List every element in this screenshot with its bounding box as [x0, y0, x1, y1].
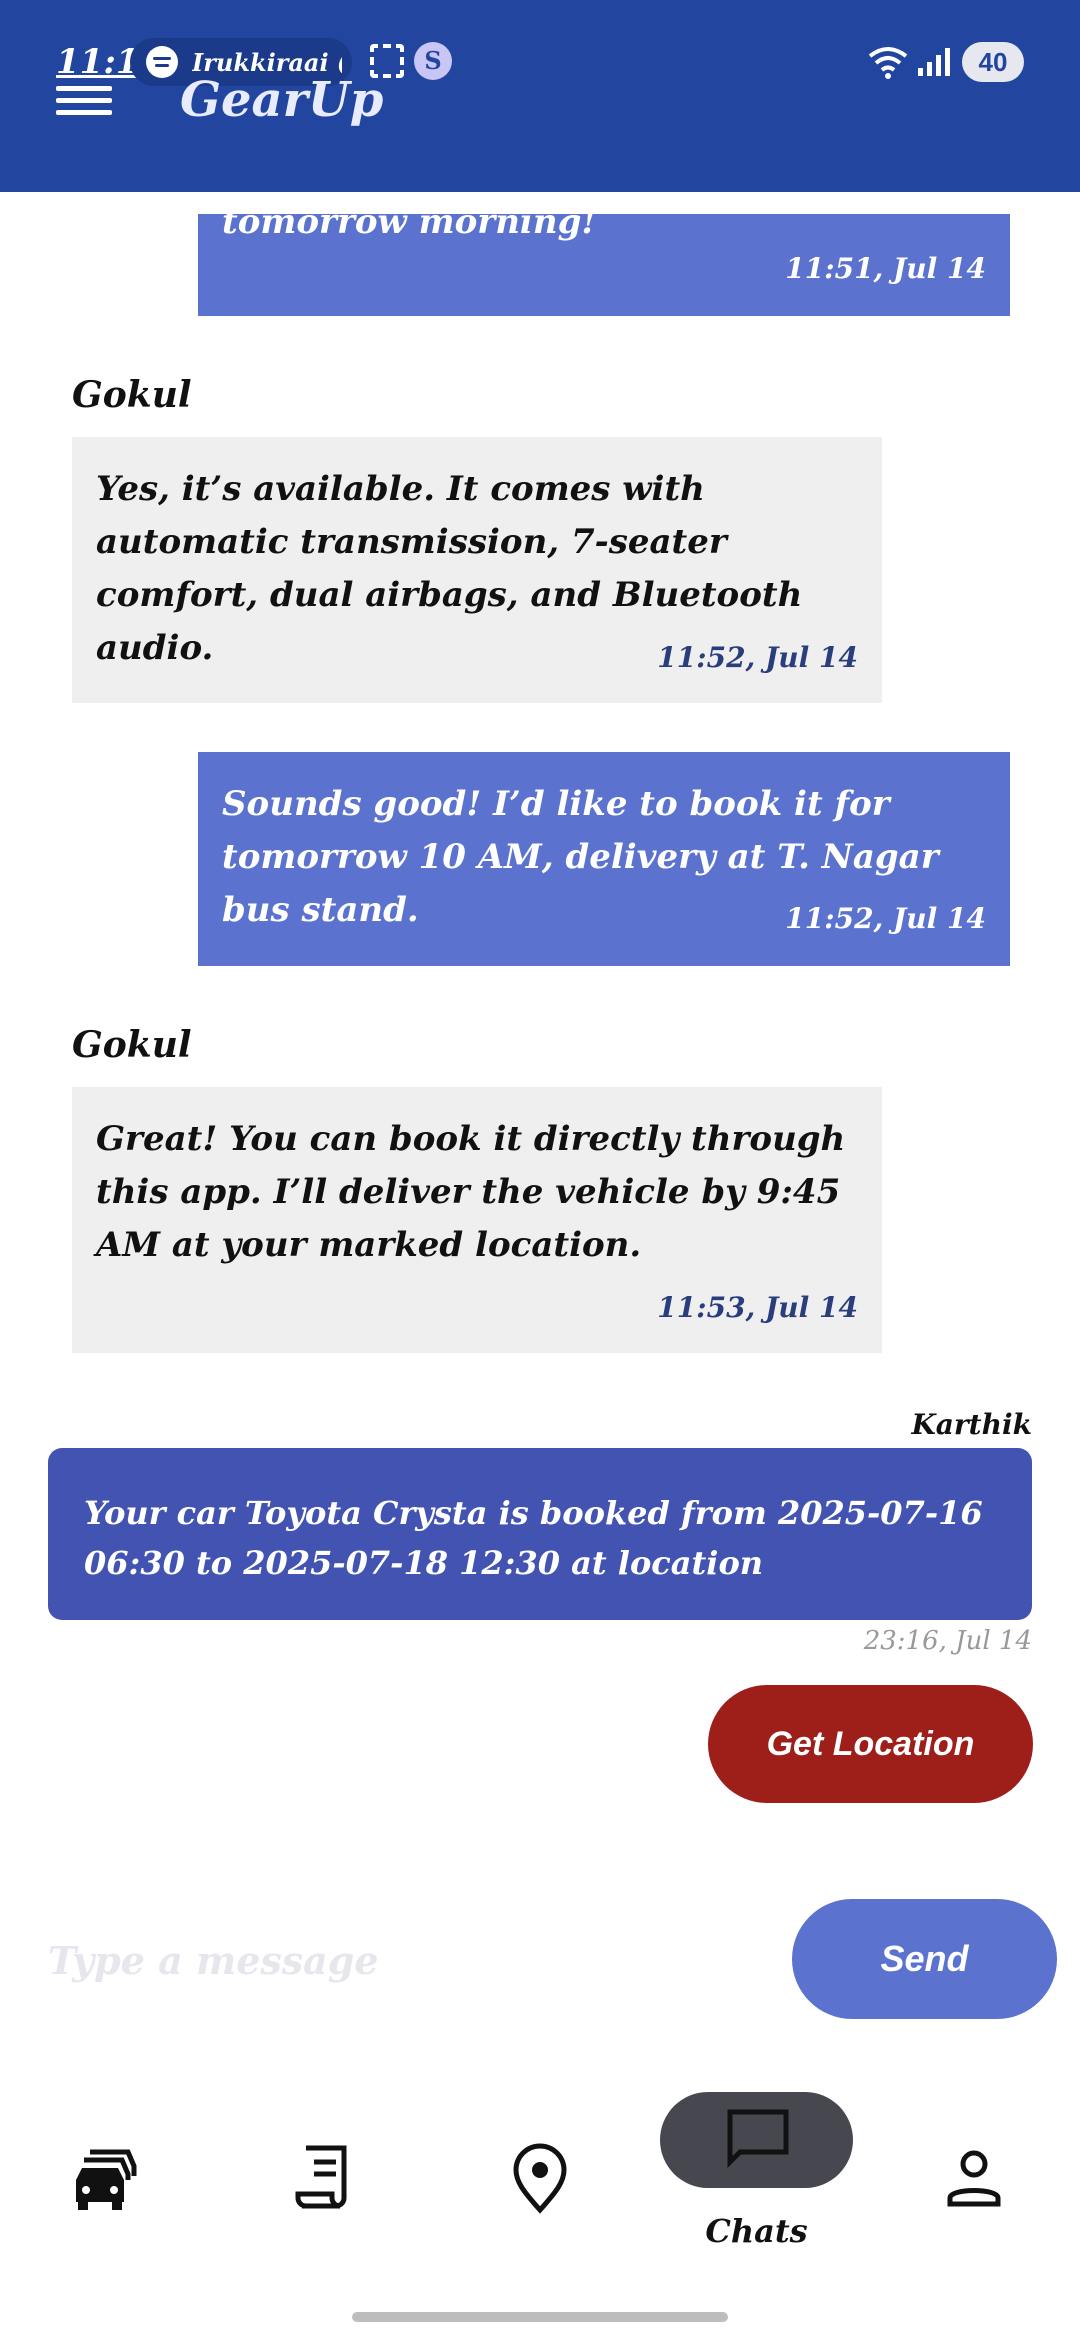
- nav-cars[interactable]: [68, 2138, 148, 2218]
- cars-icon: [76, 2149, 137, 2210]
- nav-bookings[interactable]: [284, 2138, 364, 2218]
- receipt-icon: [295, 2145, 347, 2209]
- nav-chats[interactable]: [660, 2092, 853, 2188]
- message-time: 11:52, Jul 14: [785, 902, 986, 935]
- chat-icon: [727, 2109, 789, 2169]
- chat-message-outgoing: Sounds good! I’d like to book it for tom…: [198, 752, 1010, 966]
- app-title: GearUp: [180, 72, 384, 128]
- send-button[interactable]: Send: [792, 1899, 1057, 2019]
- nav-chats-label: Chats: [705, 2212, 808, 2250]
- home-indicator[interactable]: [352, 2312, 728, 2322]
- status-bar: 11:16 Irukkiraai (F S 40: [0, 30, 1080, 94]
- wifi-icon: [866, 44, 910, 80]
- booking-confirmation-message: Your car Toyota Crysta is booked from 20…: [48, 1448, 1032, 1620]
- chat-message-incoming: Yes, it’s available. It comes with autom…: [72, 437, 882, 703]
- message-time: 11:52, Jul 14: [657, 641, 858, 674]
- nav-profile[interactable]: [934, 2138, 1014, 2218]
- chat-message-outgoing: tomorrow morning! 11:51, Jul 14: [198, 202, 1010, 316]
- app-header: 11:16 Irukkiraai (F S 40 GearUp: [0, 0, 1080, 192]
- profile-icon: [947, 2150, 1001, 2207]
- signal-icon: [918, 46, 950, 76]
- spotify-icon: [146, 46, 178, 78]
- booking-sender: Karthik: [911, 1408, 1032, 1441]
- battery-indicator: 40: [962, 42, 1024, 82]
- get-location-button[interactable]: Get Location: [708, 1685, 1033, 1803]
- message-text: Great! You can book it directly through …: [96, 1119, 846, 1265]
- booking-text: Your car Toyota Crysta is booked from 20…: [84, 1494, 983, 1582]
- chat-message-incoming: Great! You can book it directly through …: [72, 1087, 882, 1353]
- menu-icon[interactable]: [56, 86, 112, 116]
- message-sender: Gokul: [72, 1024, 192, 1066]
- message-time: 11:53, Jul 14: [657, 1291, 858, 1324]
- message-text: tomorrow morning!: [222, 202, 597, 242]
- app-notification-icon: S: [414, 42, 452, 80]
- message-time: 11:51, Jul 14: [785, 252, 986, 285]
- message-input[interactable]: [48, 1920, 748, 2000]
- location-pin-icon: [513, 2143, 567, 2214]
- nav-location[interactable]: [500, 2138, 580, 2218]
- booking-time: 23:16, Jul 14: [863, 1626, 1032, 1656]
- message-sender: Gokul: [72, 374, 192, 416]
